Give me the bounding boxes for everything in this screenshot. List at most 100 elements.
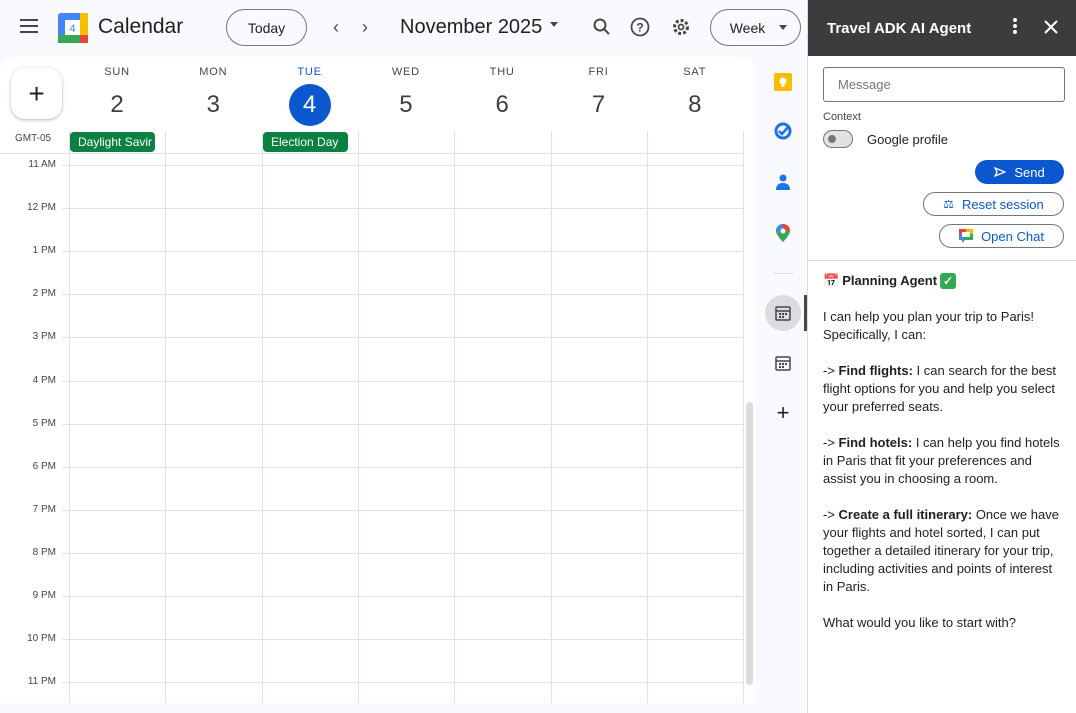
capability-item: -> Find flights: I can search for the be… [823,363,1056,414]
calendar-emoji-icon: 📅 [823,273,840,288]
create-button[interactable]: + [11,68,62,119]
google-chat-icon [959,229,974,243]
day-number[interactable]: 8 [674,84,716,126]
send-button[interactable]: Send [975,160,1064,184]
hour-line [62,380,743,382]
calendar-icon[interactable] [770,350,796,376]
capability-item: -> Create a full itinerary: Once we have… [823,507,1059,594]
keep-icon[interactable] [770,69,796,95]
hour-line [62,552,743,554]
hour-label: 11 AM [28,159,56,170]
hour-label: 9 PM [32,590,56,601]
day-header[interactable]: FRI 7 [551,57,647,126]
hour-line [62,294,743,296]
add-icon[interactable]: + [770,400,796,426]
day-divider [454,131,455,703]
hour-line [62,596,743,597]
hour-label: 5 PM [32,417,56,429]
toggle-label: Google profile [867,132,948,147]
message-input[interactable] [823,67,1065,102]
main-menu-icon[interactable] [20,19,38,38]
day-header[interactable]: THU 6 [454,57,550,126]
calendar-logo[interactable]: 4 [58,13,88,43]
day-header[interactable]: WED 5 [358,57,454,126]
hour-label: 7 PM [32,503,56,515]
closing-text: What would you like to start with? [823,615,1016,630]
day-of-week: WED [391,66,420,78]
day-number[interactable]: 5 [385,84,427,126]
send-label: Send [1014,164,1045,180]
tasks-icon[interactable] [770,118,796,144]
prev-week-icon[interactable]: ‹ [333,17,339,38]
day-divider [262,131,263,703]
top-bar: 4 Calendar Today ‹ › November 2025 ? Wee… [0,0,807,57]
hour-line [62,423,743,425]
day-divider [743,131,744,703]
all-day-event[interactable]: Daylight Savir [70,132,155,152]
all-day-event[interactable]: Election Day [263,132,348,152]
day-divider [69,131,70,703]
hour-label: 11 PM [27,676,56,688]
next-week-icon[interactable]: › [362,17,368,38]
month-dropdown-icon[interactable] [550,22,558,27]
panel-header: Travel ADK AI Agent [808,0,1076,56]
day-header[interactable]: SUN 2 [69,57,165,126]
close-icon[interactable] [1044,20,1058,38]
day-number[interactable]: 7 [578,84,620,126]
month-label[interactable]: November 2025 [400,16,542,39]
hour-label: 12 PM [27,202,56,214]
panel-title: Travel ADK AI Agent [827,19,972,37]
day-header[interactable]: TUE 4 [262,57,358,126]
open-chat-button[interactable]: Open Chat [939,224,1064,248]
context-label: Context [823,111,861,123]
day-divider [647,131,648,703]
settings-icon[interactable] [671,17,691,42]
day-number[interactable]: 4 [288,84,331,126]
hour-label: 3 PM [32,331,56,343]
day-number[interactable]: 6 [481,84,523,126]
app-title: Calendar [98,15,184,38]
day-header[interactable]: SAT 8 [647,57,743,126]
search-icon[interactable] [592,17,612,42]
day-header[interactable]: MON 3 [165,57,261,126]
open-chat-label: Open Chat [981,228,1044,244]
svg-text:?: ? [636,21,643,35]
capability-item: -> Find hotels: I can help you find hote… [823,435,1060,486]
calendar-addon-icon[interactable] [765,295,801,331]
hour-label: 2 PM [32,288,56,300]
hour-label: 6 PM [32,460,56,472]
agent-title: Planning Agent [842,273,938,288]
day-of-week: FRI [588,66,609,78]
contacts-icon[interactable] [770,169,796,195]
today-button[interactable]: Today [226,9,307,46]
google-profile-toggle[interactable] [823,130,853,148]
side-apps: + [760,57,807,713]
agent-panel: Travel ADK AI Agent Context Google profi… [807,0,1076,713]
maps-icon[interactable] [770,220,796,246]
divider [773,273,793,274]
day-divider [165,131,166,703]
day-number[interactable]: 2 [96,84,138,126]
view-label: Week [729,19,766,36]
view-selector[interactable]: Week [710,9,801,46]
day-divider [358,131,359,703]
help-icon[interactable]: ? [630,17,650,42]
hour-label: 4 PM [32,374,56,386]
chevron-down-icon [779,25,788,30]
hour-line [62,208,743,210]
reset-session-button[interactable]: ⚖ Reset session [923,192,1064,216]
scrollbar[interactable] [746,402,753,685]
broom-icon: ⚖ [943,197,955,211]
hour-label: 10 PM [27,633,56,645]
send-icon [994,167,1007,177]
hour-line [62,509,743,511]
check-emoji-icon: ✓ [940,273,957,289]
week-view: + GMT-05 SUN 2 MON 3 TUE 4 WED 5 THU 6 FRI 7 SAT 8 11 … [0,57,756,703]
hour-line [62,251,743,253]
day-number[interactable]: 3 [192,84,234,126]
more-options-icon[interactable] [1011,17,1019,35]
hour-line [62,337,743,339]
divider [808,260,1076,261]
day-divider [551,131,552,703]
hour-line [62,682,743,684]
